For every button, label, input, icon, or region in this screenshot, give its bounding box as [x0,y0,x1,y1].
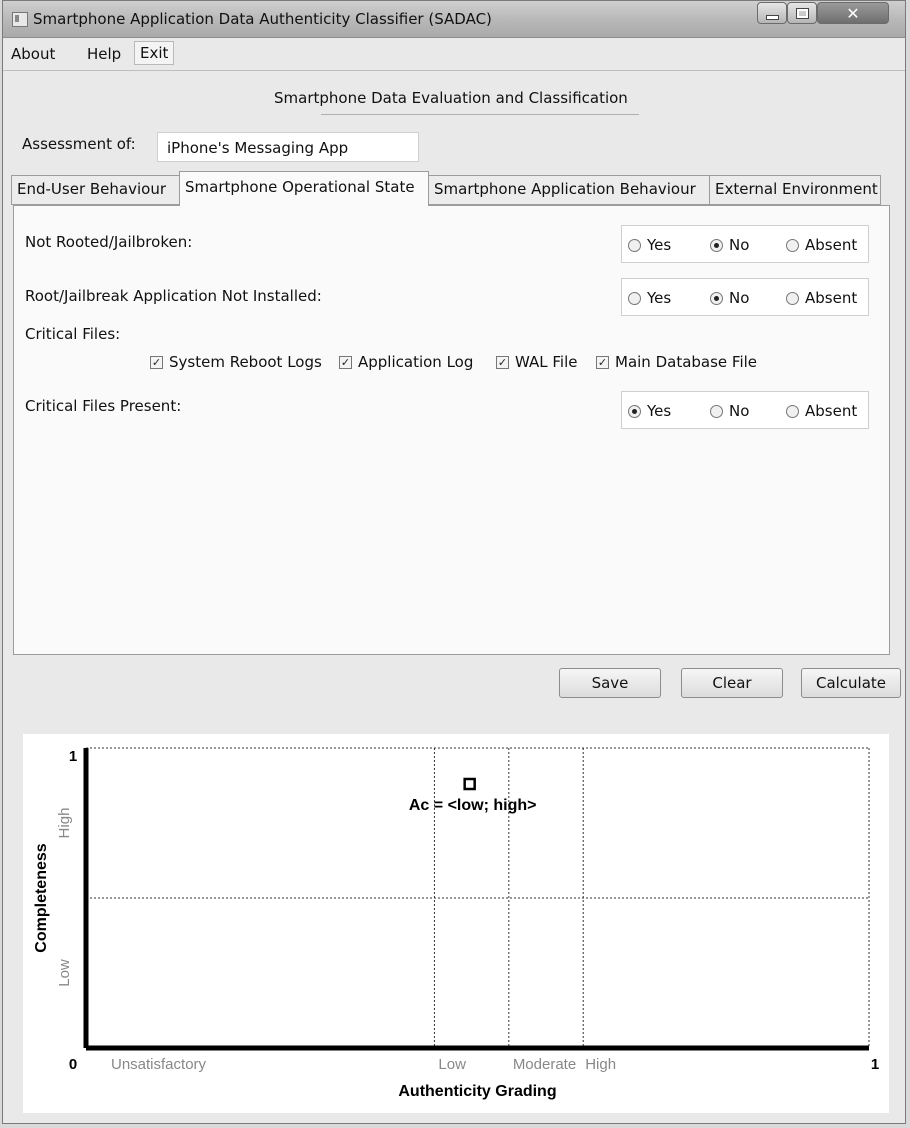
x-band-label: High [585,1056,616,1073]
tab-end-user-behaviour[interactable]: End-User Behaviour [11,175,180,205]
radio-label: Absent [805,402,858,420]
checkbox-label: Main Database File [615,353,758,371]
checkbox-checked-icon: ✓ [496,355,509,369]
app-window: Smartphone Application Data Authenticity… [2,0,906,1124]
tab-smartphone-application-behaviour[interactable]: Smartphone Application Behaviour [428,175,710,205]
checkbox-checked-icon: ✓ [339,355,352,369]
radio-selected-icon [628,404,641,418]
wal-file-checkbox[interactable]: ✓ WAL File [496,353,578,371]
radio-icon [786,291,799,305]
x-axis-title: Authenticity Grading [398,1083,556,1100]
section-title: Smartphone Data Evaluation and Classific… [274,89,628,107]
root-app-radio-group: Yes No Absent [621,278,869,316]
root-app-no-radio[interactable]: No [710,289,749,307]
radio-icon [710,404,723,418]
x-band-label: Unsatisfactory [111,1056,207,1073]
section-divider [321,114,639,115]
close-icon: ✕ [846,3,860,23]
critical-files-present-absent-radio[interactable]: Absent [786,402,857,420]
maximize-button[interactable] [787,2,817,24]
root-app-label: Root/Jailbreak Application Not Installed… [25,287,322,305]
save-button[interactable]: Save [559,668,661,698]
data-point-annotation: Ac = <low; high> [409,797,537,814]
radio-icon [628,291,641,305]
main-database-file-checkbox[interactable]: ✓ Main Database File [596,353,757,371]
x-band-label: Moderate [513,1056,576,1073]
radio-label: Yes [647,289,672,307]
y-axis-title: Completeness [33,843,50,952]
tab-smartphone-operational-state[interactable]: Smartphone Operational State [179,171,429,206]
calculate-button[interactable]: Calculate [801,668,901,698]
radio-selected-icon [710,291,723,305]
maximize-icon [795,7,809,19]
radio-label: Absent [805,236,858,254]
app-icon [12,12,28,27]
assessment-input[interactable]: iPhone's Messaging App [157,132,419,162]
radio-icon [628,238,641,252]
radio-icon [786,238,799,252]
clear-button[interactable]: Clear [681,668,783,698]
critical-files-present-yes-radio[interactable]: Yes [628,402,671,420]
critical-files-label: Critical Files: [25,325,121,343]
menu-bar: About Help Exit [3,38,905,71]
radio-label: No [729,236,750,254]
radio-label: Absent [805,289,858,307]
menu-help[interactable]: Help [87,45,121,63]
window-title: Smartphone Application Data Authenticity… [33,10,492,28]
checkbox-checked-icon: ✓ [596,355,609,369]
minimize-button[interactable] [757,2,787,24]
not-rooted-yes-radio[interactable]: Yes [628,236,671,254]
y-band-label: Low [56,959,73,987]
data-point-marker [463,777,476,791]
checkbox-label: WAL File [515,353,578,371]
critical-files-present-label: Critical Files Present: [25,397,182,415]
checkbox-label: Application Log [358,353,474,371]
root-app-absent-radio[interactable]: Absent [786,289,857,307]
tab-panel [13,205,890,655]
y-band-label: High [56,808,73,839]
root-app-yes-radio[interactable]: Yes [628,289,671,307]
checkbox-checked-icon: ✓ [150,355,163,369]
classification-chart: 0 1 1 Unsatisfactory Low Moderate High Low High A… [23,734,889,1113]
critical-files-present-radio-group: Yes No Absent [621,391,869,429]
tab-external-environment[interactable]: External Environment [709,175,881,205]
application-log-checkbox[interactable]: ✓ Application Log [339,353,473,371]
minimize-icon [765,14,779,20]
radio-label: No [729,289,750,307]
y-tick-label: 1 [69,748,77,765]
system-reboot-logs-checkbox[interactable]: ✓ System Reboot Logs [150,353,322,371]
x-tick-label: 1 [871,1056,879,1073]
assessment-label: Assessment of: [22,135,136,153]
radio-selected-icon [710,238,723,252]
radio-label: Yes [647,236,672,254]
menu-exit[interactable]: Exit [134,41,175,65]
radio-label: No [729,402,750,420]
not-rooted-absent-radio[interactable]: Absent [786,236,857,254]
not-rooted-radio-group: Yes No Absent [621,225,869,263]
radio-label: Yes [647,402,672,420]
checkbox-label: System Reboot Logs [169,353,322,371]
menu-about[interactable]: About [11,45,55,63]
critical-files-present-no-radio[interactable]: No [710,402,749,420]
not-rooted-no-radio[interactable]: No [710,236,749,254]
radio-icon [786,404,799,418]
close-button[interactable]: ✕ [817,2,889,24]
title-bar[interactable]: Smartphone Application Data Authenticity… [3,1,905,38]
x-band-label: Low [438,1056,466,1073]
chart-svg: 0 1 1 Unsatisfactory Low Moderate High Low High A… [33,747,879,1100]
not-rooted-label: Not Rooted/Jailbroken: [25,233,193,251]
x-tick-label: 0 [69,1056,77,1073]
